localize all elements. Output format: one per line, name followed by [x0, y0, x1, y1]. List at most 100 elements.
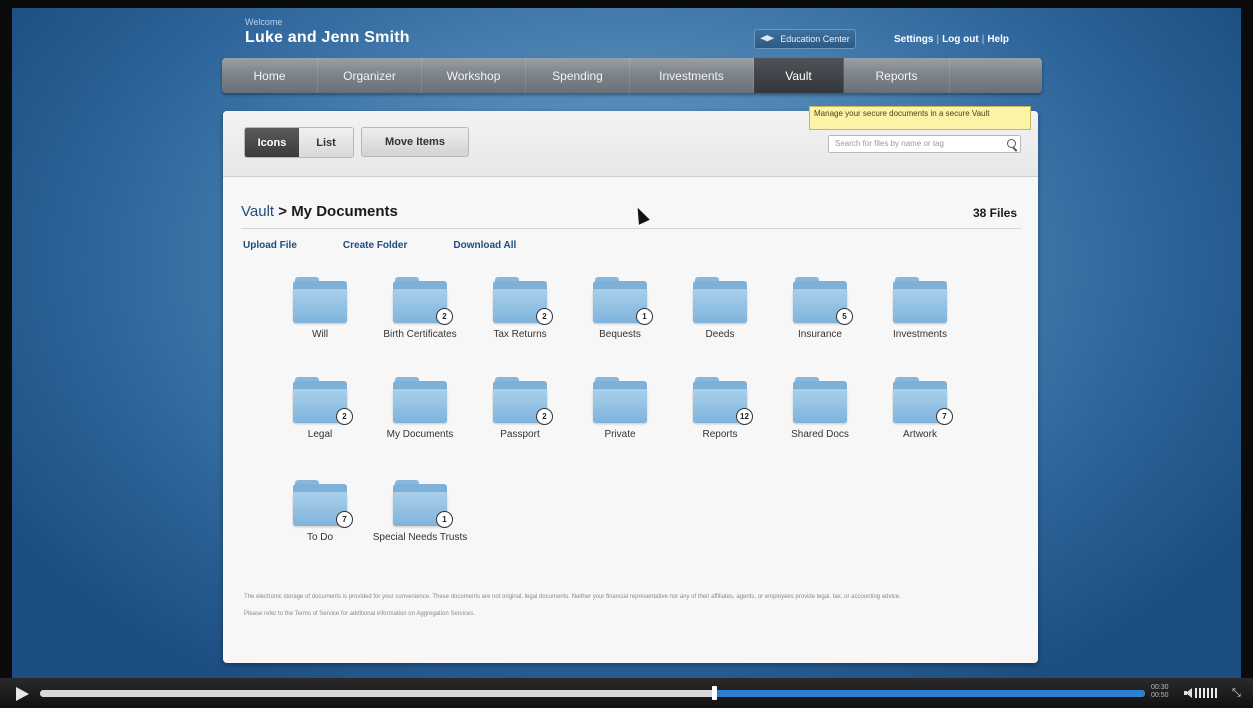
education-center-button[interactable]: Education Center [754, 29, 856, 49]
folder-label: Tax Returns [493, 329, 547, 340]
folder-label: Private [604, 429, 636, 440]
file-count-badge: 2 [336, 408, 353, 425]
folder-label: To Do [306, 532, 334, 543]
disclaimer-text: The electronic storage of documents is p… [244, 594, 901, 600]
seek-bar[interactable] [40, 690, 1145, 697]
folder-label: Birth Certificates [383, 329, 457, 340]
video-viewport[interactable]: Welcome Luke and Jenn Smith Education Ce… [12, 8, 1241, 678]
folder-icon: 2 [493, 377, 553, 425]
folder-icon: 12 [693, 377, 753, 425]
welcome-label: Welcome [245, 17, 283, 27]
breadcrumb-separator: > [278, 203, 288, 220]
icons-view-button[interactable]: Icons [245, 128, 299, 157]
folder-icon [893, 277, 947, 323]
nav-spending[interactable]: Spending [526, 58, 630, 93]
folder-label: Legal [307, 429, 333, 440]
graduation-cap-icon [760, 35, 775, 42]
file-count-badge: 7 [336, 511, 353, 528]
seek-played [40, 690, 715, 697]
link-separator: | [981, 34, 985, 45]
total-time: 00:50 [1151, 692, 1169, 699]
seek-buffered [714, 690, 1145, 697]
settings-link[interactable]: Settings [894, 34, 933, 45]
folder-item[interactable]: Deeds [670, 277, 770, 341]
vault-actions: Upload File Create Folder Download All [243, 240, 562, 251]
disclaimer-terms: Please refer to the Terms of Service for… [244, 611, 476, 617]
folder-icon: 1 [593, 277, 653, 325]
education-center-label: Education Center [780, 34, 850, 44]
seek-handle[interactable] [712, 686, 718, 700]
time-display: 00:30 00:50 [1151, 684, 1169, 700]
file-count: 38 Files [972, 206, 1017, 220]
nav-workshop[interactable]: Workshop [422, 58, 526, 93]
folder-icon: 2 [293, 377, 353, 425]
nav-vault[interactable]: Vault [754, 58, 844, 93]
create-folder-link[interactable]: Create Folder [343, 240, 407, 251]
folder-label: Artwork [903, 429, 937, 440]
folder-label: Deeds [705, 329, 735, 340]
account-links: Settings | Log out | Help [894, 34, 1009, 45]
folder-item[interactable]: 12 Reports [670, 377, 770, 441]
folder-icon [793, 377, 847, 423]
folder-item[interactable]: Private [570, 377, 670, 441]
search-input[interactable]: Search for files by name or tag [828, 135, 1021, 153]
fullscreen-icon[interactable]: ⤡ [1232, 687, 1244, 699]
folder-label: My Documents [386, 429, 454, 440]
play-icon[interactable] [16, 687, 29, 701]
download-all-link[interactable]: Download All [453, 240, 516, 251]
nav-reports[interactable]: Reports [844, 58, 950, 93]
nav-organizer[interactable]: Organizer [318, 58, 422, 93]
folder-item[interactable]: 2 Passport [470, 377, 570, 441]
file-count-badge: 5 [836, 308, 853, 325]
nav-home[interactable]: Home [222, 58, 318, 93]
file-count-badge: 1 [436, 511, 453, 528]
volume-level[interactable] [1195, 688, 1217, 698]
folder-item[interactable]: 2 Birth Certificates [370, 277, 470, 341]
video-frame: Welcome Luke and Jenn Smith Education Ce… [0, 0, 1253, 708]
file-count-badge: 2 [436, 308, 453, 325]
folder-label: Shared Docs [791, 429, 849, 440]
folder-item[interactable]: Investments [870, 277, 970, 341]
upload-file-link[interactable]: Upload File [243, 240, 297, 251]
search-icon[interactable] [1007, 139, 1016, 148]
folder-icon: 7 [293, 480, 353, 528]
file-count-badge: 12 [736, 408, 753, 425]
file-count-badge: 2 [536, 308, 553, 325]
search-placeholder: Search for files by name or tag [835, 139, 944, 148]
folder-label: Will [311, 329, 329, 340]
folder-icon [593, 377, 647, 423]
logout-link[interactable]: Log out [942, 34, 979, 45]
breadcrumb: Vault > My Documents [241, 203, 398, 220]
folder-label: Bequests [599, 329, 641, 340]
volume-icon[interactable] [1184, 688, 1192, 698]
disclaimer: The electronic storage of documents is p… [244, 593, 1024, 627]
folder-item[interactable]: 5 Insurance [770, 277, 870, 341]
nav-investments[interactable]: Investments [630, 58, 754, 93]
breadcrumb-vault-link[interactable]: Vault [241, 203, 274, 220]
folder-icon [693, 277, 747, 323]
folder-icon [293, 277, 347, 323]
folder-item[interactable]: 2 Legal [270, 377, 370, 441]
folder-icon: 7 [893, 377, 953, 425]
folder-item[interactable]: 7 To Do [270, 480, 370, 544]
move-items-button[interactable]: Move Items [361, 127, 469, 157]
help-link[interactable]: Help [987, 34, 1009, 45]
folder-icon: 1 [393, 480, 453, 528]
folder-item[interactable]: Will [270, 277, 370, 341]
file-count-badge: 2 [536, 408, 553, 425]
folder-label: Reports [702, 429, 738, 440]
user-name: Luke and Jenn Smith [245, 29, 410, 46]
folder-item[interactable]: Shared Docs [770, 377, 870, 441]
folder-item[interactable]: 7 Artwork [870, 377, 970, 441]
folder-item[interactable]: 1 Special Needs Trusts [370, 480, 470, 544]
folder-icon: 2 [493, 277, 553, 325]
folder-item[interactable]: My Documents [370, 377, 470, 441]
video-controls: 00:30 00:50 ⤡ [0, 678, 1253, 708]
view-toggle: Icons List [244, 127, 354, 158]
folder-item[interactable]: 1 Bequests [570, 277, 670, 341]
folder-label: Passport [500, 429, 540, 440]
list-view-button[interactable]: List [299, 128, 353, 157]
folder-item[interactable]: 2 Tax Returns [470, 277, 570, 341]
main-nav: Home Organizer Workshop Spending Investm… [222, 58, 1042, 93]
folder-label: Insurance [798, 329, 842, 340]
